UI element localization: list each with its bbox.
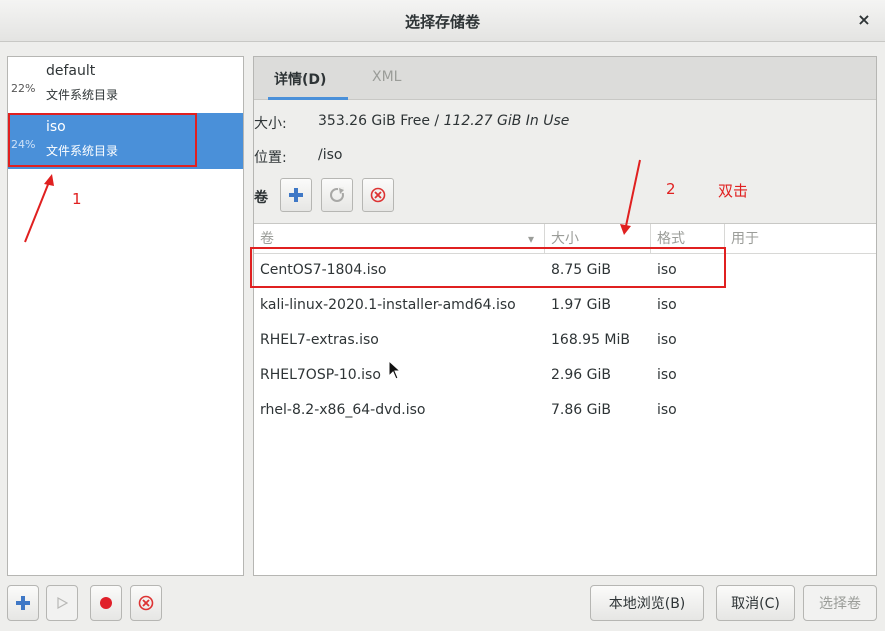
start-pool-button[interactable] xyxy=(46,585,78,621)
play-icon xyxy=(57,597,68,609)
pool-type: 文件系统目录 xyxy=(46,88,119,102)
volume-panel: 详情(D) XML 大小: 353.26 GiB Free / 112.27 G… xyxy=(253,56,877,576)
dialog-title: 选择存储卷 xyxy=(404,13,480,31)
add-pool-button[interactable] xyxy=(7,585,39,621)
title-bar: 选择存储卷 × xyxy=(0,0,885,42)
mouse-cursor-icon xyxy=(388,360,402,380)
delete-pool-button[interactable] xyxy=(130,585,162,621)
volume-size: 7.86 GiB xyxy=(551,402,611,418)
size-row: 大小: 353.26 GiB Free / 112.27 GiB In Use xyxy=(254,113,854,135)
volume-format: iso xyxy=(657,402,677,418)
size-in-use: 112.27 GiB In Use xyxy=(443,113,570,129)
size-separator: / xyxy=(429,113,444,129)
browse-local-button[interactable]: 本地浏览(B) xyxy=(590,585,704,621)
volume-format: iso xyxy=(657,297,677,313)
volume-name: rhel-8.2-x86_64-dvd.iso xyxy=(260,402,426,418)
volume-name: kali-linux-2020.1-installer-amd64.iso xyxy=(260,297,516,313)
cancel-button[interactable]: 取消(C) xyxy=(716,585,795,621)
volume-format: iso xyxy=(657,367,677,383)
refresh-icon xyxy=(330,187,344,202)
pool-item-default[interactable]: 22% default 文件系统目录 xyxy=(8,57,243,113)
location-label: 位置: xyxy=(254,150,287,166)
location-value: /iso xyxy=(318,147,343,163)
volume-size: 2.96 GiB xyxy=(551,367,611,383)
annotation-step-2: 2 xyxy=(666,180,676,198)
close-button[interactable]: × xyxy=(853,9,875,31)
location-row: 位置: /iso xyxy=(254,147,854,169)
annotation-double-click: 双击 xyxy=(718,182,749,200)
tab-details[interactable]: 详情(D) xyxy=(274,69,326,89)
plus-icon xyxy=(289,188,303,202)
tab-xml[interactable]: XML xyxy=(372,69,401,85)
active-tab-indicator xyxy=(268,97,348,100)
size-value: 353.26 GiB Free / 112.27 GiB In Use xyxy=(318,113,569,129)
choose-volume-button[interactable]: 选择卷 xyxy=(803,585,877,621)
column-header-used-by[interactable]: 用于 xyxy=(725,224,876,254)
delete-icon xyxy=(138,595,154,611)
volume-name: RHEL7-extras.iso xyxy=(260,332,379,348)
delete-volume-button[interactable] xyxy=(362,178,394,212)
size-label: 大小: xyxy=(254,116,287,132)
table-row[interactable]: RHEL7OSP-10.iso 2.96 GiB iso xyxy=(254,359,876,394)
size-free: 353.26 GiB Free xyxy=(318,113,430,129)
volume-size: 168.95 MiB xyxy=(551,332,631,348)
annotation-box-pool xyxy=(8,113,197,167)
add-volume-button[interactable] xyxy=(280,178,312,212)
delete-icon xyxy=(370,187,386,203)
stop-pool-button[interactable] xyxy=(90,585,122,621)
table-row[interactable]: rhel-8.2-x86_64-dvd.iso 7.86 GiB iso xyxy=(254,394,876,429)
volume-format: iso xyxy=(657,332,677,348)
plus-icon xyxy=(16,596,30,610)
pool-usage-percent: 22% xyxy=(11,82,36,95)
volume-toolbar-label: 卷 xyxy=(254,190,268,206)
volume-name: RHEL7OSP-10.iso xyxy=(260,367,381,383)
pool-name: default xyxy=(46,63,96,79)
table-row[interactable]: kali-linux-2020.1-installer-amd64.iso 1.… xyxy=(254,289,876,324)
table-row[interactable]: RHEL7-extras.iso 168.95 MiB iso xyxy=(254,324,876,359)
stop-icon xyxy=(100,597,112,609)
column-header-volume-label: 卷 xyxy=(260,231,274,247)
volume-size: 1.97 GiB xyxy=(551,297,611,313)
annotation-step-1: 1 xyxy=(72,190,82,208)
refresh-volume-button[interactable] xyxy=(321,178,353,212)
tab-bar: 详情(D) XML xyxy=(254,57,876,100)
annotation-box-volume xyxy=(250,247,726,288)
